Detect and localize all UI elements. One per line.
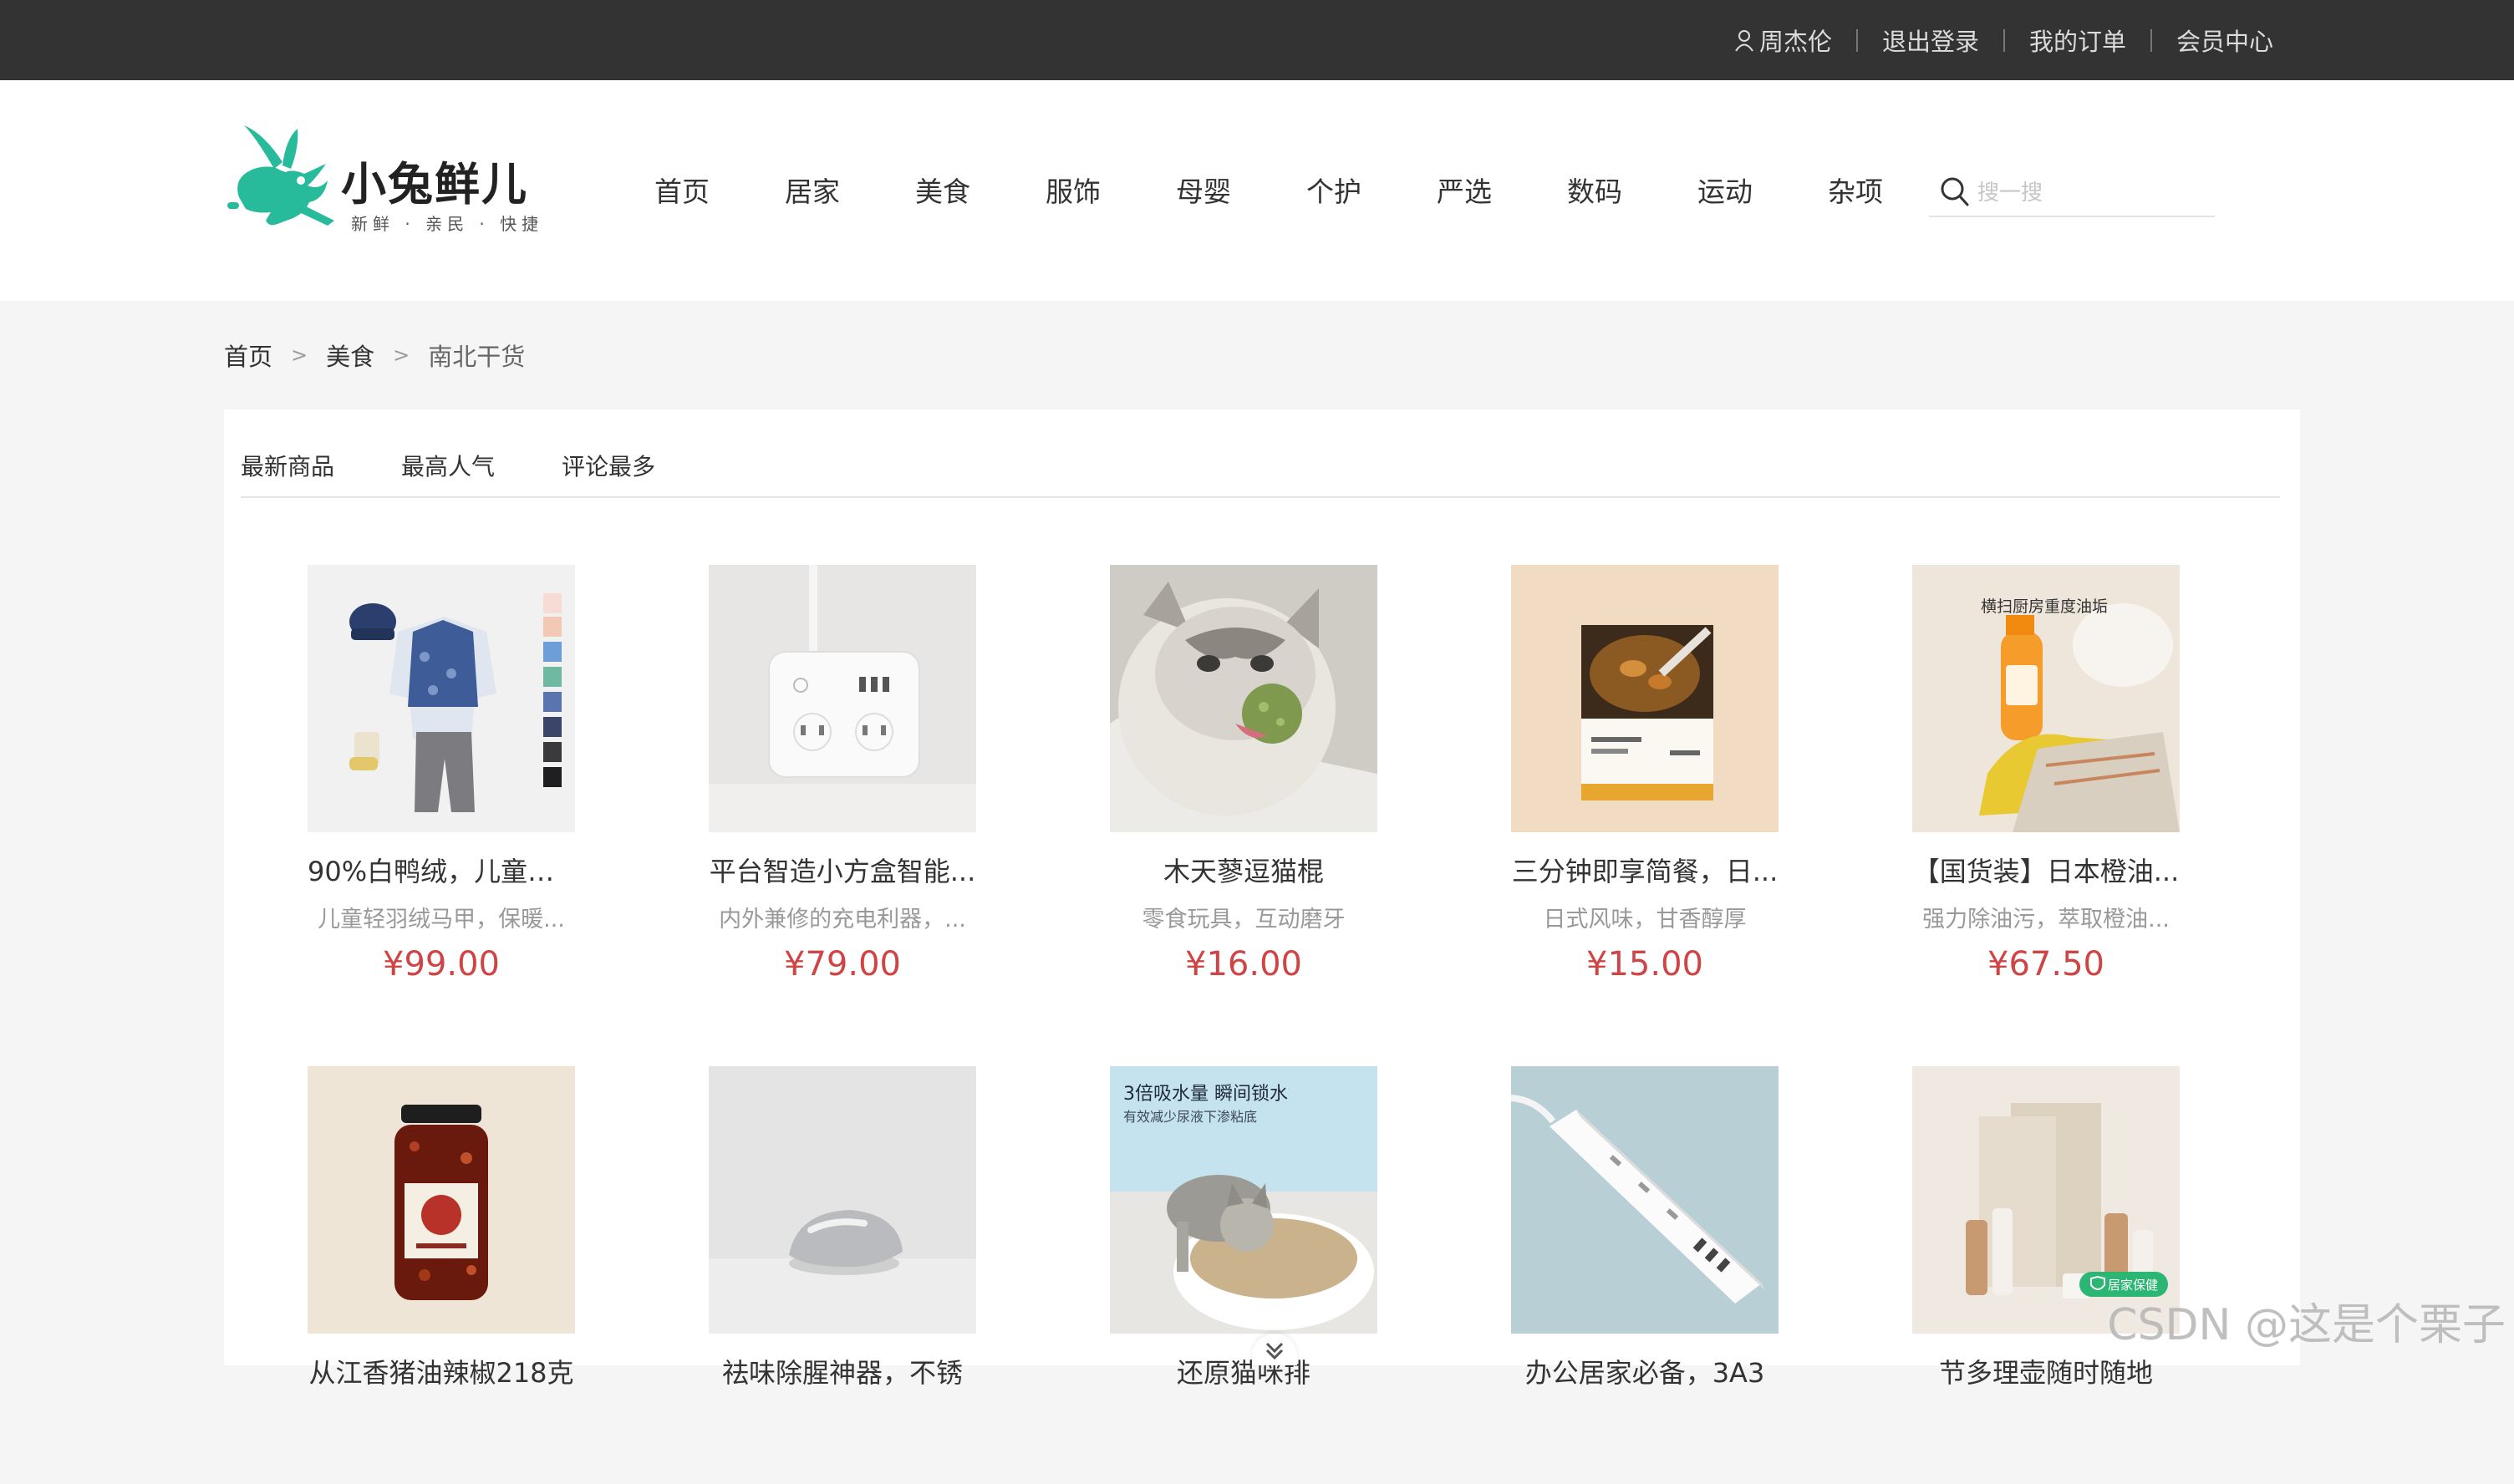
search-icon[interactable] [1939,175,1971,209]
product-desc: 强力除油污，萃取橙油... [1922,907,2170,933]
search-input[interactable] [1976,177,2205,209]
nav-item-home-living[interactable]: 居家 [747,165,878,219]
divider [1855,28,1858,52]
product-name: 【国货装】日本橙油... [1912,856,2180,887]
product-card[interactable]: 从江香猪油辣椒218克 [308,1066,575,1484]
user-name: 周杰伦 [1758,28,1832,56]
tab-newest[interactable]: 最新商品 [241,440,334,496]
kids-vest-photo [308,565,575,832]
product-card[interactable]: 三分钟即享简餐，日... 日式风味，甘香醇厚 ¥15.00 [1511,565,1779,983]
product-card[interactable]: 3倍吸水量 瞬间锁水 有效减少尿液下渗粘底 还原猫咪排 [1110,1066,1377,1484]
product-card[interactable]: 90%白鸭绒，儿童轻... 儿童轻羽绒马甲，保暖... ¥99.00 [308,565,575,983]
nav-item-digital[interactable]: 数码 [1529,165,1660,219]
product-name: 办公居家必备，3A3 [1524,1357,1765,1389]
product-panel: 最新商品 最高人气 评论最多 90%白鸭绒，儿童轻... 儿童轻羽绒马甲，保暖.… [224,409,2300,1389]
breadcrumb: 首页 > 美食 > 南北干货 [224,338,525,373]
product-name: 平台智造小方盒智能... [709,856,976,887]
product-card[interactable]: 祛味除腥神器，不锈 [709,1066,976,1484]
nav-item-food[interactable]: 美食 [878,165,1008,219]
power-strip-photo [1511,1066,1779,1334]
nav-item-apparel[interactable]: 服饰 [1008,165,1138,219]
user-icon [1735,30,1753,52]
top-nav: 周杰伦 退出登录 我的订单 会员中心 [1734,0,2273,80]
sort-tabs: 最新商品 最高人气 评论最多 [241,440,2280,498]
watermark: CSDN @这是个栗子 [2107,1300,2506,1350]
product-price: ¥16.00 [1185,945,1302,983]
user-link[interactable]: 周杰伦 [1734,23,1832,58]
divider [2003,28,2005,52]
product-desc: 零食玩具，互动磨牙 [1142,907,1346,933]
product-price: ¥99.00 [383,945,500,983]
breadcrumb-separator: > [393,343,410,367]
nav-item-personal-care[interactable]: 个护 [1269,165,1399,219]
steel-soap-photo [709,1066,976,1334]
cat-litter-photo: 3倍吸水量 瞬间锁水 有效减少尿液下渗粘底 [1110,1066,1377,1334]
product-price: ¥79.00 [784,945,901,983]
orange-cleaner-photo: 横扫厨房重度油垢 [1912,565,2180,832]
breadcrumb-current: 南北干货 [428,343,526,371]
litter-overlay-text: 3倍吸水量 瞬间锁水 [1123,1084,1288,1105]
product-name: 木天蓼逗猫棍 [1163,856,1324,887]
product-name: 三分钟即享简餐，日... [1511,856,1779,887]
logout-link[interactable]: 退出登录 [1882,23,1979,58]
litter-overlay-sub: 有效减少尿液下渗粘底 [1123,1109,1257,1125]
power-strip-box-photo [709,565,976,832]
breadcrumb-food[interactable]: 美食 [326,338,374,373]
nav-item-selection[interactable]: 严选 [1399,165,1529,219]
nav-item-home[interactable]: 首页 [617,165,747,219]
product-card[interactable]: 办公居家必备，3A3 [1511,1066,1779,1484]
chili-jar-photo [308,1066,575,1334]
product-card[interactable]: 横扫厨房重度油垢 【国货装】日本橙油... 强力除油污，萃取橙油... ¥67.… [1912,565,2180,983]
product-card[interactable]: 平台智造小方盒智能... 内外兼修的充电利器，... ¥79.00 [709,565,976,983]
member-center-link[interactable]: 会员中心 [2176,23,2273,58]
product-name: 从江香猪油辣椒218克 [308,1357,574,1389]
product-name: 还原猫咪排 [1176,1357,1310,1389]
tab-popular[interactable]: 最高人气 [401,440,495,496]
product-desc: 内外兼修的充电利器，... [719,907,966,933]
product-name: 节多理壶随时随地 [1938,1357,2153,1389]
logo-subtitle: 新鲜 · 亲民 · 快捷 [351,214,544,234]
main-nav: 首页 居家 美食 服饰 母婴 个护 严选 数码 运动 杂项 [617,165,1921,219]
cat-toy-photo [1110,565,1377,832]
breadcrumb-separator: > [291,343,308,367]
product-price: ¥67.50 [1987,945,2104,983]
divider [2150,28,2152,52]
breadcrumb-home[interactable]: 首页 [224,338,272,373]
nav-item-sports[interactable]: 运动 [1660,165,1790,219]
cleaner-overlay-text: 横扫厨房重度油垢 [1981,597,2108,616]
search-box [1929,167,2215,217]
product-card[interactable]: 居家保健 节多理壶随时随地 [1912,1066,2180,1484]
nav-item-baby[interactable]: 母婴 [1138,165,1269,219]
scroll-down-button[interactable] [1252,1334,1297,1365]
product-card[interactable]: 木天蓼逗猫棍 零食玩具，互动磨牙 ¥16.00 [1110,565,1377,983]
product-name: 90%白鸭绒，儿童轻... [308,856,575,887]
curry-box-photo [1511,565,1779,832]
nav-item-misc[interactable]: 杂项 [1790,165,1921,219]
product-price: ¥15.00 [1586,945,1703,983]
logo-title: 小兔鲜儿 [341,158,528,211]
product-desc: 日式风味，甘香醇厚 [1543,907,1747,933]
tab-most-reviewed[interactable]: 评论最多 [562,440,655,496]
top-bar: 周杰伦 退出登录 我的订单 会员中心 [0,0,2514,80]
chevron-down-icon [1265,1342,1284,1360]
orders-link[interactable]: 我的订单 [2029,23,2126,58]
product-desc: 儿童轻羽绒马甲，保暖... [318,907,565,933]
product-name: 祛味除腥神器，不锈 [721,1357,963,1389]
